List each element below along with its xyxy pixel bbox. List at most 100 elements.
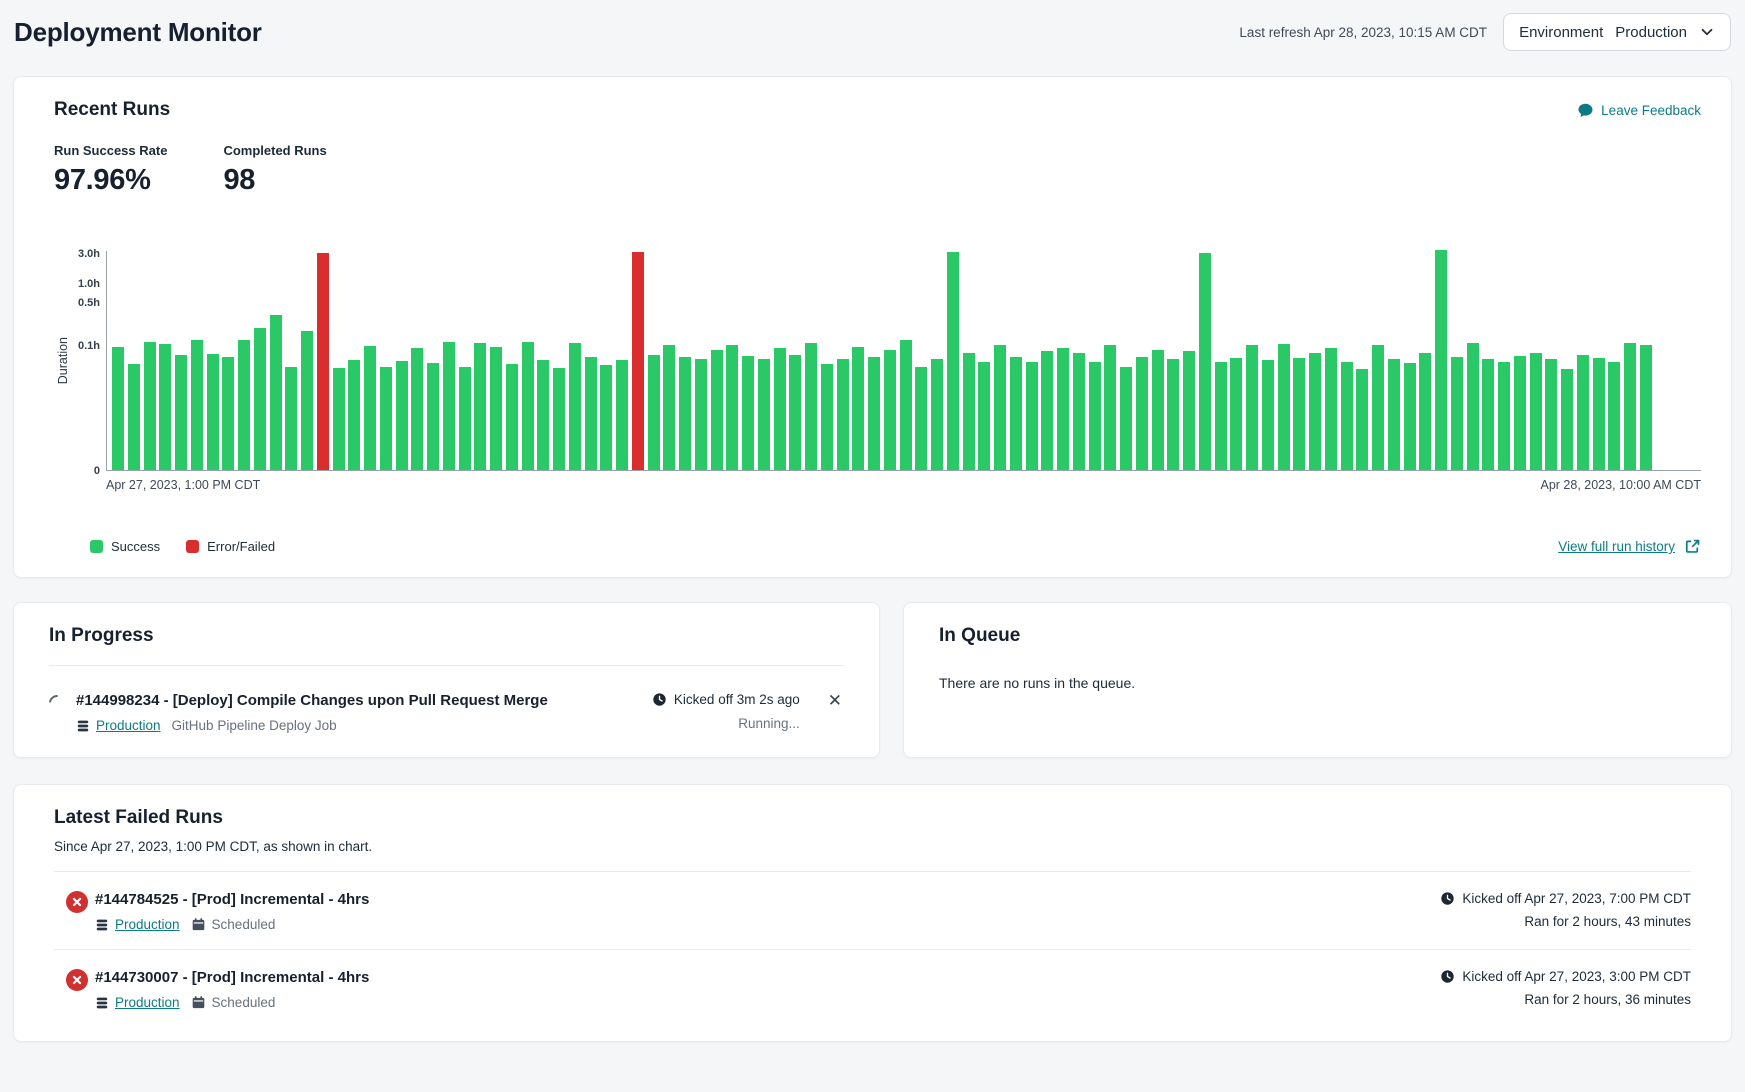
run-bar-success[interactable] <box>396 361 408 470</box>
run-bar-success[interactable] <box>742 356 754 470</box>
run-bar-success[interactable] <box>1026 362 1038 470</box>
run-bar-success[interactable] <box>1640 345 1652 470</box>
run-bar-success[interactable] <box>474 343 486 470</box>
run-bar-success[interactable] <box>522 342 534 470</box>
run-bar-success[interactable] <box>1419 353 1431 470</box>
environment-link[interactable]: Production <box>95 995 180 1010</box>
run-bar-success[interactable] <box>837 359 849 470</box>
run-bar-success[interactable] <box>1404 363 1416 470</box>
run-bar-success[interactable] <box>1293 358 1305 470</box>
run-bar-success[interactable] <box>726 345 738 470</box>
close-icon[interactable]: ✕ <box>826 692 844 709</box>
run-bar-success[interactable] <box>348 360 360 470</box>
run-bar-success[interactable] <box>679 357 691 470</box>
run-bar-success[interactable] <box>144 342 156 470</box>
run-bar-success[interactable] <box>238 340 250 470</box>
run-bar-success[interactable] <box>1183 351 1195 470</box>
run-bar-success[interactable] <box>648 355 660 470</box>
run-bar-success[interactable] <box>175 355 187 470</box>
run-bar-success[interactable] <box>427 363 439 470</box>
run-bar-success[interactable] <box>222 357 234 470</box>
run-bar-success[interactable] <box>711 350 723 470</box>
leave-feedback-link[interactable]: Leave Feedback <box>1577 102 1701 119</box>
run-bar-success[interactable] <box>774 348 786 470</box>
run-bar-success[interactable] <box>1246 345 1258 470</box>
run-bar-success[interactable] <box>112 347 124 470</box>
environment-dropdown[interactable]: Environment Production <box>1503 13 1731 51</box>
run-bar-success[interactable] <box>1010 357 1022 470</box>
run-bar-success[interactable] <box>1372 345 1384 470</box>
run-bar-success[interactable] <box>758 359 770 470</box>
run-bar-success[interactable] <box>1057 348 1069 470</box>
run-bar-success[interactable] <box>1199 253 1211 470</box>
run-bar-success[interactable] <box>443 342 455 470</box>
run-bar-success[interactable] <box>1545 359 1557 470</box>
run-bar-success[interactable] <box>585 357 597 470</box>
run-bar-success[interactable] <box>159 344 171 470</box>
run-bar-success[interactable] <box>1120 367 1132 470</box>
run-bar-success[interactable] <box>931 359 943 470</box>
run-bar-success[interactable] <box>1482 359 1494 470</box>
run-bar-success[interactable] <box>380 367 392 470</box>
run-bar-success[interactable] <box>553 368 565 470</box>
run-bar-error[interactable] <box>632 252 644 470</box>
run-bar-success[interactable] <box>1325 348 1337 470</box>
run-bar-success[interactable] <box>1136 357 1148 470</box>
run-bar-success[interactable] <box>364 346 376 470</box>
run-bar-success[interactable] <box>1041 351 1053 470</box>
run-bar-success[interactable] <box>868 357 880 470</box>
run-bar-success[interactable] <box>128 364 140 470</box>
run-bar-success[interactable] <box>1167 359 1179 470</box>
run-bar-success[interactable] <box>254 328 266 470</box>
run-bar-success[interactable] <box>600 365 612 470</box>
run-bar-success[interactable] <box>884 350 896 470</box>
run-bar-success[interactable] <box>1073 353 1085 470</box>
run-bar-success[interactable] <box>1356 369 1368 470</box>
run-bar-success[interactable] <box>1152 350 1164 470</box>
run-bar-success[interactable] <box>1435 250 1447 470</box>
run-bar-success[interactable] <box>411 348 423 470</box>
run-bar-success[interactable] <box>663 345 675 470</box>
run-bar-success[interactable] <box>1577 355 1589 470</box>
run-bar-error[interactable] <box>317 253 329 470</box>
run-bar-success[interactable] <box>333 368 345 470</box>
run-bar-success[interactable] <box>1215 362 1227 470</box>
run-bar-success[interactable] <box>1624 343 1636 470</box>
run-bar-success[interactable] <box>1262 360 1274 470</box>
environment-link[interactable]: Production <box>76 718 161 733</box>
run-bar-success[interactable] <box>1593 358 1605 470</box>
run-bar-success[interactable] <box>1561 369 1573 470</box>
run-bar-success[interactable] <box>459 367 471 470</box>
run-bar-success[interactable] <box>1514 356 1526 470</box>
run-bar-success[interactable] <box>1309 353 1321 470</box>
run-bar-success[interactable] <box>852 347 864 470</box>
run-bar-success[interactable] <box>1608 362 1620 470</box>
run-bar-success[interactable] <box>285 367 297 470</box>
run-bar-success[interactable] <box>1467 343 1479 470</box>
run-bar-success[interactable] <box>1278 344 1290 470</box>
run-bar-success[interactable] <box>978 362 990 470</box>
run-bar-success[interactable] <box>1388 359 1400 470</box>
run-bar-success[interactable] <box>207 354 219 470</box>
run-bar-success[interactable] <box>490 347 502 470</box>
run-bar-success[interactable] <box>537 360 549 470</box>
run-bar-success[interactable] <box>1104 345 1116 470</box>
run-bar-success[interactable] <box>963 353 975 470</box>
run-bar-success[interactable] <box>695 359 707 470</box>
run-bar-success[interactable] <box>1451 357 1463 470</box>
run-bar-success[interactable] <box>915 367 927 470</box>
run-bar-success[interactable] <box>900 340 912 470</box>
run-bar-success[interactable] <box>1341 362 1353 470</box>
run-bar-success[interactable] <box>994 345 1006 470</box>
run-bar-success[interactable] <box>616 360 628 470</box>
run-bar-success[interactable] <box>1498 362 1510 470</box>
run-bar-success[interactable] <box>805 343 817 470</box>
run-bar-success[interactable] <box>1530 353 1542 470</box>
run-bar-success[interactable] <box>506 364 518 470</box>
run-bar-success[interactable] <box>1230 358 1242 470</box>
run-bar-success[interactable] <box>1089 362 1101 470</box>
environment-link[interactable]: Production <box>95 917 180 932</box>
run-bar-success[interactable] <box>301 331 313 470</box>
run-bar-success[interactable] <box>947 252 959 470</box>
view-full-run-history-link[interactable]: View full run history <box>1558 538 1701 555</box>
